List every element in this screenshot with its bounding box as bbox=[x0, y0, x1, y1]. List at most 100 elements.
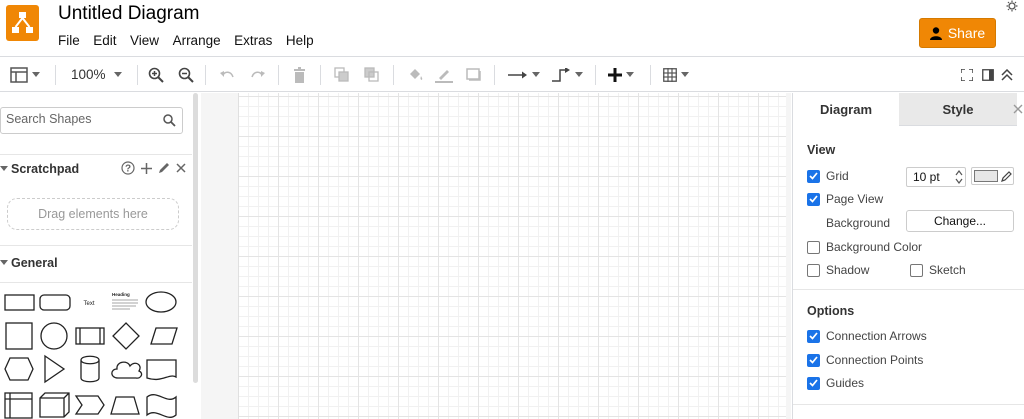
tab-style[interactable]: Style bbox=[899, 93, 1017, 126]
connection-arrows-label: Connection Arrows bbox=[826, 329, 927, 343]
collapse-icon[interactable] bbox=[1001, 57, 1013, 92]
shape-ellipse[interactable] bbox=[145, 291, 177, 313]
close-panel-icon[interactable] bbox=[1013, 102, 1024, 116]
toggle-panel-icon[interactable] bbox=[982, 57, 994, 92]
shape-trapezoid[interactable] bbox=[110, 396, 140, 415]
shape-triangle[interactable] bbox=[44, 354, 66, 384]
grid-size-input[interactable]: 10 pt bbox=[906, 167, 966, 187]
background-color-option[interactable]: Background Color bbox=[807, 240, 922, 254]
shape-rectangle[interactable] bbox=[4, 294, 35, 311]
shape-tape[interactable] bbox=[146, 394, 177, 418]
shape-diamond[interactable] bbox=[112, 322, 140, 350]
diagram-page[interactable] bbox=[238, 93, 786, 419]
scratchpad-drop-area[interactable]: Drag elements here bbox=[7, 198, 179, 230]
format-panel-icon[interactable] bbox=[10, 57, 40, 92]
eyedropper-icon bbox=[1001, 171, 1012, 182]
general-shapes-grid: Text Heading bbox=[0, 282, 192, 419]
sun-icon[interactable] bbox=[1004, 0, 1020, 19]
guides-checkbox[interactable] bbox=[807, 376, 820, 390]
scratchpad-header[interactable]: Scratchpad ? bbox=[0, 154, 192, 184]
menu-arrange[interactable]: Arrange bbox=[173, 33, 221, 48]
waypoints-icon[interactable] bbox=[551, 57, 583, 92]
insert-icon[interactable] bbox=[608, 57, 634, 92]
shape-rounded-rectangle[interactable] bbox=[39, 294, 71, 311]
change-background-button[interactable]: Change... bbox=[906, 210, 1014, 232]
shape-cube[interactable] bbox=[39, 392, 70, 418]
close-icon[interactable] bbox=[176, 163, 186, 173]
shape-document[interactable] bbox=[146, 359, 177, 381]
connection-points-checkbox[interactable] bbox=[807, 353, 820, 367]
general-header[interactable]: General bbox=[0, 245, 192, 283]
menu-bar: File Edit View Arrange Extras Help bbox=[58, 33, 327, 48]
zoom-in-icon[interactable] bbox=[148, 57, 164, 92]
shadow-icon[interactable] bbox=[466, 57, 482, 92]
shape-text[interactable]: Text bbox=[83, 301, 94, 307]
shape-square[interactable] bbox=[5, 322, 33, 350]
page-view-checkbox[interactable] bbox=[807, 192, 820, 206]
menu-view[interactable]: View bbox=[130, 33, 159, 48]
tab-diagram[interactable]: Diagram bbox=[793, 93, 899, 126]
to-front-icon[interactable] bbox=[334, 57, 350, 92]
grid-checkbox[interactable] bbox=[807, 169, 820, 183]
scratchpad-label: Scratchpad bbox=[11, 162, 80, 176]
shape-heading[interactable]: Heading bbox=[112, 292, 130, 297]
menu-extras[interactable]: Extras bbox=[234, 33, 272, 48]
search-icon[interactable] bbox=[163, 114, 176, 127]
menu-help[interactable]: Help bbox=[286, 33, 314, 48]
diagram-canvas[interactable] bbox=[201, 93, 791, 419]
grid-size-stepper[interactable] bbox=[954, 169, 964, 185]
share-label: Share bbox=[947, 25, 986, 41]
background-label: Background bbox=[826, 216, 891, 230]
table-icon[interactable] bbox=[663, 57, 689, 92]
shadow-label: Shadow bbox=[826, 263, 870, 277]
fullscreen-icon[interactable] bbox=[961, 57, 973, 92]
shadow-checkbox[interactable] bbox=[807, 263, 820, 277]
header: Untitled Diagram File Edit View Arrange … bbox=[0, 0, 1024, 56]
connection-arrows-checkbox[interactable] bbox=[807, 329, 820, 343]
format-panel: Diagram Style View Grid 10 pt Page View … bbox=[792, 93, 1024, 419]
background-color-checkbox[interactable] bbox=[807, 240, 820, 254]
shape-cylinder[interactable] bbox=[80, 355, 100, 383]
fill-color-icon[interactable] bbox=[407, 57, 425, 92]
shape-internal-storage[interactable] bbox=[4, 392, 33, 419]
delete-icon[interactable] bbox=[293, 57, 306, 92]
menu-file[interactable]: File bbox=[58, 33, 80, 48]
format-tabs: Diagram Style bbox=[793, 93, 1024, 126]
line-color-icon[interactable] bbox=[435, 57, 453, 92]
zoom-dropdown[interactable]: 100% bbox=[71, 57, 122, 92]
svg-text:?: ? bbox=[125, 164, 131, 175]
connection-icon[interactable] bbox=[508, 57, 540, 92]
redo-icon[interactable] bbox=[250, 57, 266, 92]
background-color-label: Background Color bbox=[826, 240, 923, 254]
search-shapes-input[interactable] bbox=[6, 112, 156, 126]
shape-hexagon[interactable] bbox=[4, 357, 34, 381]
sketch-checkbox[interactable] bbox=[910, 263, 923, 277]
general-label: General bbox=[11, 256, 58, 270]
sketch-option[interactable]: Sketch bbox=[910, 263, 966, 277]
help-icon[interactable]: ? bbox=[121, 161, 135, 175]
add-icon[interactable] bbox=[141, 162, 152, 174]
collapse-arrow-icon bbox=[0, 260, 8, 265]
zoom-out-icon[interactable] bbox=[178, 57, 194, 92]
drawio-logo-icon[interactable] bbox=[6, 5, 39, 41]
diagram-title[interactable]: Untitled Diagram bbox=[58, 3, 200, 25]
shape-circle[interactable] bbox=[40, 322, 68, 350]
share-button[interactable]: Share bbox=[919, 18, 996, 48]
shape-step[interactable] bbox=[74, 395, 105, 415]
menu-edit[interactable]: Edit bbox=[93, 33, 116, 48]
shapes-scrollbar[interactable] bbox=[192, 93, 200, 419]
toolbar: 100% bbox=[0, 56, 1024, 92]
shape-cloud[interactable] bbox=[111, 361, 143, 379]
user-icon bbox=[929, 26, 942, 40]
to-back-icon[interactable] bbox=[364, 57, 380, 92]
grid-color-picker[interactable] bbox=[971, 167, 1014, 185]
connection-arrows-option[interactable]: Connection Arrows bbox=[807, 329, 927, 343]
grid-option[interactable]: Grid bbox=[807, 169, 849, 183]
page-view-option[interactable]: Page View bbox=[807, 192, 883, 206]
connection-points-option[interactable]: Connection Points bbox=[807, 353, 923, 367]
guides-option[interactable]: Guides bbox=[807, 376, 864, 390]
undo-icon[interactable] bbox=[219, 57, 235, 92]
shadow-option[interactable]: Shadow bbox=[807, 263, 869, 277]
shape-parallelogram[interactable] bbox=[150, 327, 178, 345]
edit-icon[interactable] bbox=[158, 162, 170, 174]
